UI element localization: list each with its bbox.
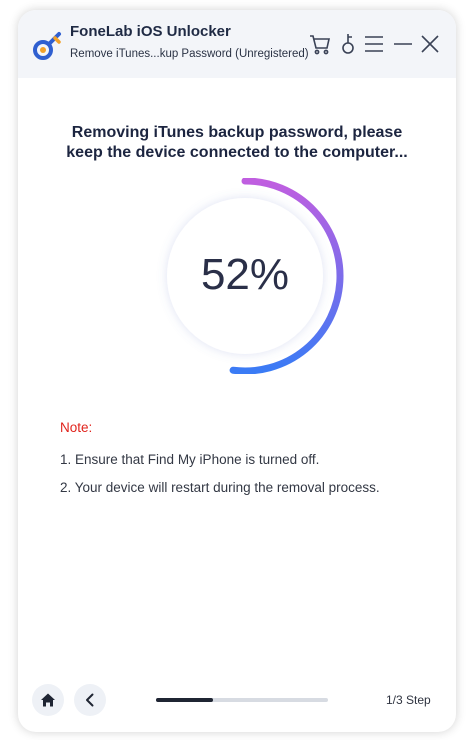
note-item: 1. Ensure that Find My iPhone is turned …	[60, 452, 320, 467]
back-button[interactable]	[74, 684, 106, 716]
status-heading-line2: keep the device connected to the compute…	[66, 144, 408, 161]
step-progress-track	[156, 698, 328, 702]
status-heading-line1: Removing iTunes backup password, please	[71, 124, 403, 141]
chevron-left-icon	[86, 693, 94, 707]
progress-indicator: 52%	[154, 178, 350, 374]
home-icon	[41, 693, 55, 707]
key-icon[interactable]	[336, 32, 360, 56]
title-bar: FoneLab iOS Unlocker Remove iTunes...kup…	[18, 10, 456, 78]
close-icon[interactable]	[418, 32, 442, 56]
minimize-icon[interactable]	[391, 32, 415, 56]
status-heading: Removing iTunes backup password, please …	[18, 123, 456, 163]
step-label: 1/3 Step	[386, 693, 431, 707]
note-item: 2. Your device will restart during the r…	[60, 480, 380, 495]
progress-percent: 52%	[200, 250, 290, 299]
home-button[interactable]	[32, 684, 64, 716]
app-logo-icon	[33, 32, 61, 60]
note-label: Note:	[60, 420, 93, 435]
step-progress-fill	[156, 698, 214, 702]
menu-icon[interactable]	[362, 32, 386, 56]
app-subtitle: Remove iTunes...kup Password (Unregister…	[70, 48, 309, 60]
app-window: FoneLab iOS Unlocker Remove iTunes...kup…	[18, 10, 456, 732]
cart-icon[interactable]	[308, 32, 332, 56]
app-title: FoneLab iOS Unlocker	[70, 23, 231, 40]
